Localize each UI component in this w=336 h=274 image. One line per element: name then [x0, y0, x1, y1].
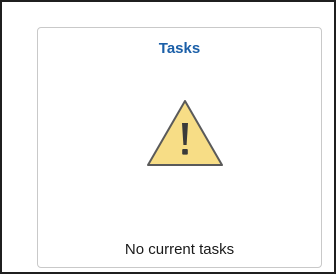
tasks-tile[interactable]: Tasks No current tasks — [37, 27, 322, 268]
screenshot-frame: Tasks No current tasks — [0, 0, 336, 274]
tile-title[interactable]: Tasks — [38, 40, 321, 57]
warning-icon — [147, 100, 223, 166]
tile-message: No current tasks — [124, 241, 235, 258]
